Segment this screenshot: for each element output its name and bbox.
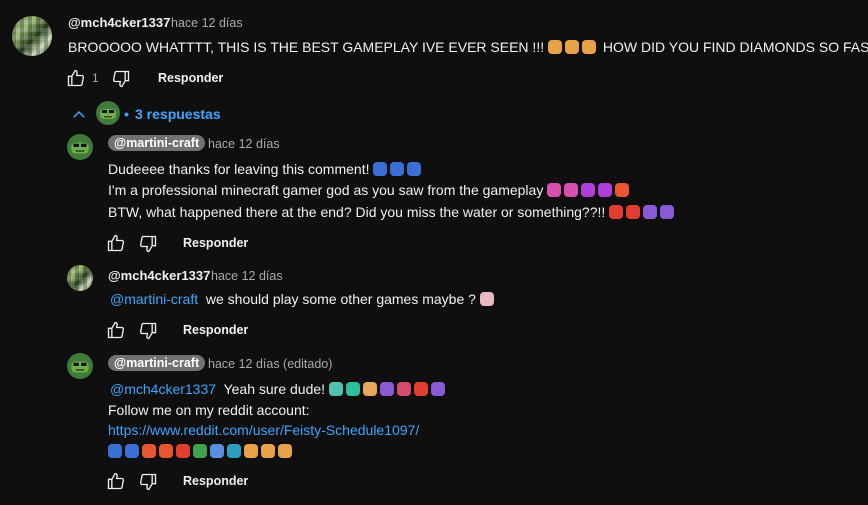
thumbs-down-icon: [139, 235, 157, 253]
comment-text: BROOOOO WHATTTT, THIS IS THE BEST GAMEPL…: [68, 39, 868, 55]
thumbs-up-icon: [107, 234, 125, 252]
popcorn-emoji: [582, 40, 596, 54]
comment-text-segment: Yeah sure dude!: [223, 381, 326, 397]
popcorn-emoji: [244, 444, 258, 458]
planet-emoji: [362, 382, 377, 396]
blue-emoji: [407, 162, 422, 176]
comment-author[interactable]: @mch4cker1337: [108, 268, 210, 283]
replier-avatar: [96, 101, 120, 125]
avatar[interactable]: [67, 265, 93, 291]
purple-emoji: [581, 183, 596, 197]
reply-button[interactable]: Responder: [183, 236, 248, 250]
like-button[interactable]: [66, 68, 86, 88]
violet-emoji: [379, 382, 394, 396]
wave-emoji: [328, 382, 343, 396]
lamp-emoji: [396, 382, 411, 396]
grimace-emoji: [479, 292, 494, 306]
comment-timestamp[interactable]: hace 12 días: [171, 16, 243, 30]
comment-text-line: I'm a professional minecraft gamer god a…: [108, 182, 632, 198]
replies-dot: •: [124, 106, 129, 122]
orange-emoji: [159, 444, 173, 458]
violet-emoji: [660, 205, 675, 219]
reply-button[interactable]: Responder: [158, 71, 223, 85]
author-chip[interactable]: @martini-craft: [108, 355, 206, 371]
dislike-button[interactable]: [138, 234, 158, 254]
pink-emoji: [547, 183, 562, 197]
comment-timestamp[interactable]: hace 12 días: [208, 137, 280, 151]
avatar[interactable]: [12, 16, 52, 56]
comment-text-segment: we should play some other games maybe ?: [205, 291, 476, 307]
reply-button[interactable]: Responder: [183, 323, 248, 337]
violet-emoji: [430, 382, 445, 396]
thumbs-down-icon: [139, 322, 157, 340]
chevron-up-icon[interactable]: [70, 106, 88, 124]
avatar[interactable]: [67, 353, 93, 379]
dislike-button[interactable]: [111, 69, 131, 89]
blue-emoji: [210, 444, 224, 458]
comment-author[interactable]: @mch4cker1337: [68, 15, 170, 30]
popcorn-emoji: [261, 444, 275, 458]
popcorn-emoji: [548, 40, 562, 54]
violet-emoji: [643, 205, 658, 219]
thumbs-up-icon: [107, 321, 125, 339]
blue-emoji: [390, 162, 405, 176]
comment-text-segment: Dudeeee thanks for leaving this comment!: [108, 161, 370, 177]
comment-text-segment: BTW, what happened there at the end? Did…: [108, 204, 606, 220]
orange-emoji: [615, 183, 630, 197]
mention-link[interactable]: @mch4cker1337: [110, 381, 216, 397]
thumbs-down-icon: [112, 70, 130, 88]
comment-timestamp[interactable]: hace 12 días: [211, 269, 283, 283]
orange-emoji: [142, 444, 156, 458]
red-emoji: [413, 382, 428, 396]
avatar[interactable]: [67, 134, 93, 160]
mention-link[interactable]: @martini-craft: [110, 291, 198, 307]
comment-text-segment: I'm a professional minecraft gamer god a…: [108, 182, 544, 198]
show-replies-button[interactable]: 3 respuestas: [135, 106, 221, 122]
comment-text-line: BTW, what happened there at the end? Did…: [108, 204, 677, 220]
comment-timestamp[interactable]: hace 12 días (editado): [208, 357, 332, 371]
comment-text-line: @mch4cker1337 Yeah sure dude!: [110, 381, 448, 397]
like-button[interactable]: [106, 233, 126, 253]
reply-button[interactable]: Responder: [183, 474, 248, 488]
comment-text-line: @martini-craft we should play some other…: [110, 291, 497, 307]
pink-emoji: [564, 183, 579, 197]
thumbs-up-icon: [107, 472, 125, 490]
thumbs-down-icon: [139, 473, 157, 491]
blue-emoji: [108, 444, 122, 458]
red-emoji: [626, 205, 641, 219]
red-emoji: [609, 205, 624, 219]
like-button[interactable]: [106, 471, 126, 491]
thumbs-up-icon: [67, 69, 85, 87]
blue-emoji: [373, 162, 388, 176]
comment-text-line: Dudeeee thanks for leaving this comment!: [108, 161, 424, 177]
red-emoji: [176, 444, 190, 458]
teal-emoji: [227, 444, 241, 458]
popcorn-emoji: [278, 444, 292, 458]
comment-text-part1: BROOOOO WHATTTT, THIS IS THE BEST GAMEPL…: [68, 39, 545, 55]
teal-emoji: [345, 382, 360, 396]
like-button[interactable]: [106, 320, 126, 340]
dislike-button[interactable]: [138, 472, 158, 492]
blue-emoji: [125, 444, 139, 458]
comment-text-part2: HOW DID YOU FIND DIAMONDS SO FAST ???: [602, 39, 868, 55]
emoji-row: [108, 443, 295, 459]
dislike-button[interactable]: [138, 321, 158, 341]
reddit-link[interactable]: https://www.reddit.com/user/Feisty-Sched…: [108, 422, 419, 438]
popcorn-emoji: [565, 40, 579, 54]
purple-emoji: [598, 183, 613, 197]
comment-text-line: Follow me on my reddit account:: [108, 402, 310, 418]
author-chip[interactable]: @martini-craft: [108, 135, 206, 151]
cactus-emoji: [193, 444, 207, 458]
like-count: 1: [92, 71, 99, 85]
